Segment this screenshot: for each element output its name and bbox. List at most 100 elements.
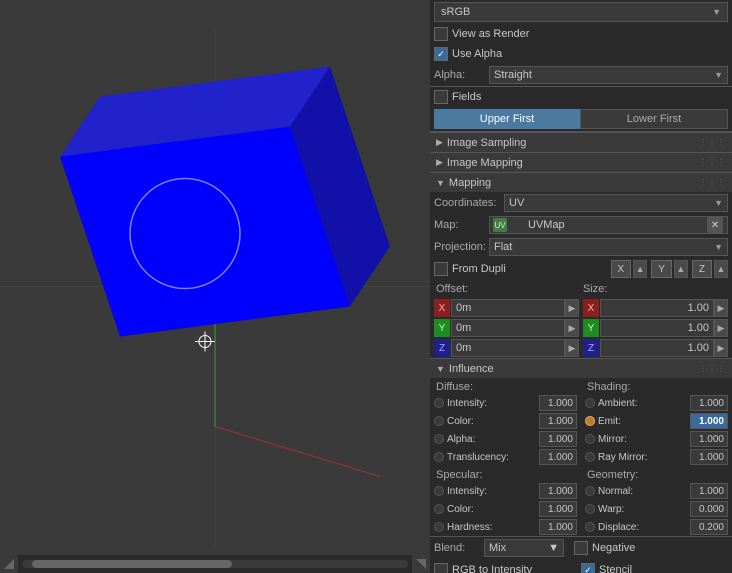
rgb-stencil-row: RGB to Intensity Stencil xyxy=(430,561,732,573)
size-x-stepper[interactable]: ▶ xyxy=(714,299,728,317)
diff-color-val[interactable]: 1.000 xyxy=(539,413,577,429)
emit-dot[interactable] xyxy=(585,416,595,426)
colorspace-dropdown[interactable]: sRGB ▼ xyxy=(434,2,728,22)
geometry-section: Geometry: xyxy=(581,466,732,482)
shading-section: Shading: xyxy=(581,378,732,394)
translucency-name: Translucency: xyxy=(447,452,539,463)
ambient-dot[interactable] xyxy=(585,398,595,408)
hardness-cell: Hardness: 1.000 xyxy=(430,518,581,536)
y-button[interactable]: Y xyxy=(651,260,672,278)
ray-mirror-row: Ray Mirror: 1.000 xyxy=(581,448,732,466)
ambient-cell: Ambient: 1.000 xyxy=(581,394,732,412)
emit-val[interactable]: 1.000 xyxy=(690,413,728,429)
normal-val[interactable]: 1.000 xyxy=(690,483,728,499)
alpha-mirror-row: Alpha: 1.000 Mirror: 1.000 xyxy=(430,430,732,448)
uvmap-clear-button[interactable]: ✕ xyxy=(707,217,723,233)
mirror-dot[interactable] xyxy=(585,434,595,444)
view-as-render-row: View as Render xyxy=(430,24,732,44)
spec-color-cell: Color: 1.000 xyxy=(430,500,581,518)
fields-checkbox[interactable] xyxy=(434,90,448,104)
hardness-val[interactable]: 1.000 xyxy=(539,519,577,535)
spec-color-warp-row: Color: 1.000 Warp: 0.000 xyxy=(430,500,732,518)
map-field[interactable]: UV UVMap ✕ xyxy=(489,216,728,234)
trans-raymirror-row: Translucency: 1.000 Ray Mirror: 1.000 xyxy=(430,448,732,466)
spec-color-val[interactable]: 1.000 xyxy=(539,501,577,517)
view-as-render-checkbox[interactable] xyxy=(434,27,448,41)
influence-dots: ⋮⋮⋮ xyxy=(699,364,726,373)
offset-y-value[interactable]: 0m xyxy=(451,319,565,337)
alpha-value: Straight xyxy=(494,69,532,81)
spec-color-dot[interactable] xyxy=(434,504,444,514)
size-y-field: Y 1.00 ▶ xyxy=(583,319,728,337)
diff-alpha-name: Alpha: xyxy=(447,434,539,445)
size-z-stepper[interactable]: ▶ xyxy=(714,339,728,357)
ambient-val[interactable]: 1.000 xyxy=(690,395,728,411)
upper-first-button[interactable]: Upper First xyxy=(434,109,580,129)
hardness-dot[interactable] xyxy=(434,522,444,532)
spec-intensity-val[interactable]: 1.000 xyxy=(539,483,577,499)
use-alpha-row: Use Alpha xyxy=(430,44,732,64)
offset-x-stepper[interactable]: ▶ xyxy=(565,299,579,317)
viewport[interactable] xyxy=(0,0,430,573)
translucency-dot[interactable] xyxy=(434,452,444,462)
blend-dropdown[interactable]: Mix ▼ xyxy=(484,539,564,557)
offset-label: Offset: xyxy=(434,282,581,296)
stencil-checkbox[interactable] xyxy=(581,563,595,573)
size-col: Size: xyxy=(581,282,728,296)
displace-dot[interactable] xyxy=(585,522,595,532)
ray-mirror-dot[interactable] xyxy=(585,452,595,462)
mapping-dots: ⋮⋮⋮ xyxy=(699,178,726,187)
diff-intensity-val[interactable]: 1.000 xyxy=(539,395,577,411)
corner-icon xyxy=(0,555,18,573)
alpha-dropdown[interactable]: Straight ▼ xyxy=(489,66,728,84)
warp-val[interactable]: 0.000 xyxy=(690,501,728,517)
offset-y-field: Y 0m ▶ xyxy=(434,319,579,337)
rgb-intensity-checkbox[interactable] xyxy=(434,563,448,573)
normal-dot[interactable] xyxy=(585,486,595,496)
lower-first-button[interactable]: Lower First xyxy=(580,109,728,129)
normal-row: Normal: 1.000 xyxy=(581,482,732,500)
spec-intensity-dot[interactable] xyxy=(434,486,444,496)
y-stepper-up[interactable]: ▲ xyxy=(674,260,688,278)
spec-color-row: Color: 1.000 xyxy=(430,500,581,518)
use-alpha-checkbox[interactable] xyxy=(434,47,448,61)
z-button[interactable]: Z xyxy=(692,260,712,278)
uvmap-icon: UV xyxy=(493,218,507,232)
size-z-value[interactable]: 1.00 xyxy=(600,339,714,357)
z-stepper-up[interactable]: ▲ xyxy=(714,260,728,278)
x-button[interactable]: X xyxy=(611,260,632,278)
diff-alpha-dot[interactable] xyxy=(434,434,444,444)
diff-color-dot[interactable] xyxy=(434,416,444,426)
ray-mirror-val[interactable]: 1.000 xyxy=(690,449,728,465)
mirror-row: Mirror: 1.000 xyxy=(581,430,732,448)
diff-intensity-dot[interactable] xyxy=(434,398,444,408)
mirror-val[interactable]: 1.000 xyxy=(690,431,728,447)
scrollbar-thumb[interactable] xyxy=(32,560,232,568)
x-stepper-up[interactable]: ▲ xyxy=(633,260,647,278)
warp-dot[interactable] xyxy=(585,504,595,514)
blend-value: Mix xyxy=(489,542,506,554)
emit-name: Emit: xyxy=(598,416,690,427)
negative-checkbox[interactable] xyxy=(574,541,588,555)
influence-header[interactable]: ▼ Influence ⋮⋮⋮ xyxy=(430,358,732,378)
horizontal-scrollbar[interactable] xyxy=(22,560,408,568)
size-y-stepper[interactable]: ▶ xyxy=(714,319,728,337)
translucency-val[interactable]: 1.000 xyxy=(539,449,577,465)
size-y-value[interactable]: 1.00 xyxy=(600,319,714,337)
image-mapping-header[interactable]: ▶ Image Mapping ⋮⋮⋮ xyxy=(430,152,732,172)
stencil-section: Stencil xyxy=(581,563,728,573)
coordinates-dropdown[interactable]: UV ▼ xyxy=(504,194,728,212)
image-sampling-header[interactable]: ▶ Image Sampling ⋮⋮⋮ xyxy=(430,132,732,152)
offset-y-stepper[interactable]: ▶ xyxy=(565,319,579,337)
mapping-header[interactable]: ▼ Mapping ⋮⋮⋮ xyxy=(430,172,732,192)
offset-z-stepper[interactable]: ▶ xyxy=(565,339,579,357)
offset-z-value[interactable]: 0m xyxy=(451,339,565,357)
displace-val[interactable]: 0.200 xyxy=(690,519,728,535)
offset-x-value[interactable]: 0m xyxy=(451,299,565,317)
from-dupli-checkbox[interactable] xyxy=(434,262,448,276)
diff-alpha-val[interactable]: 1.000 xyxy=(539,431,577,447)
projection-dropdown[interactable]: Flat ▼ xyxy=(489,238,728,256)
alpha-dropdown-arrow: ▼ xyxy=(714,70,723,80)
size-x-value[interactable]: 1.00 xyxy=(600,299,714,317)
hardness-displace-row: Hardness: 1.000 Displace: 0.200 xyxy=(430,518,732,536)
